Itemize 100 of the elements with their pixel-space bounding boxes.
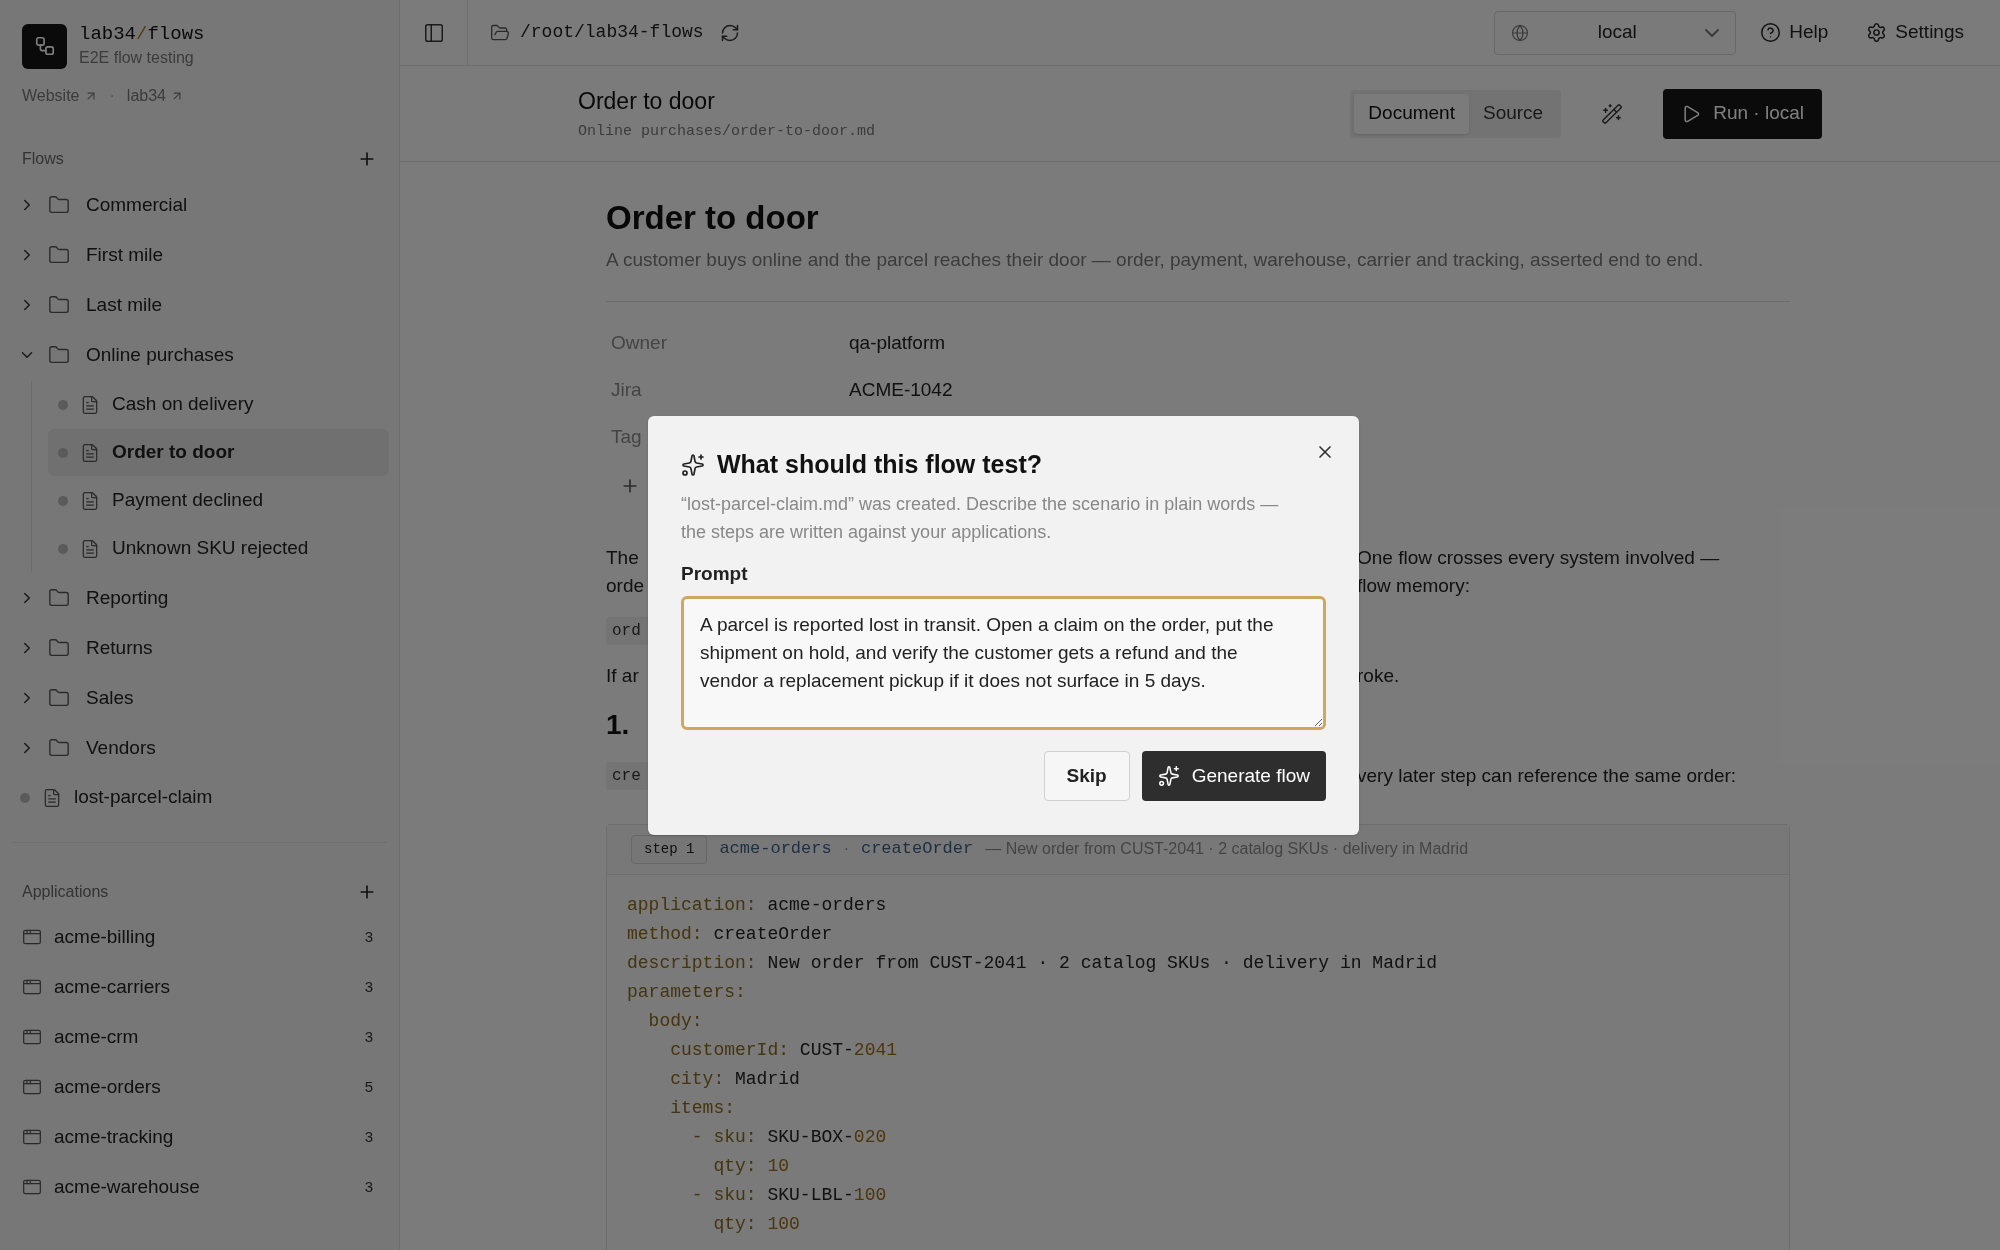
count: 3 [364,926,373,947]
play-icon [1681,103,1702,124]
tree-item[interactable]: Vendors [82,733,160,763]
tree-item[interactable]: First mile [82,240,168,270]
tree-item[interactable]: Payment declined [48,477,389,524]
folder-icon [48,737,70,759]
code-line: city: Madrid [669,1067,800,1091]
application-item[interactable]: acme-billing [54,922,353,952]
code-line: description: New order from CUST-2041 · 2 catalog SKUs · delivery in Madrid [627,951,1438,975]
tree-item[interactable]: Online purchases [82,340,238,370]
count: 3 [364,1126,373,1147]
code-line: qty: 10 [712,1154,790,1178]
tree-item[interactable]: Sales [82,683,138,713]
tree-item[interactable]: Order to door [48,429,389,476]
window-icon [22,977,42,997]
view-tab[interactable]: Source [1468,93,1558,134]
globe-icon [1511,23,1530,42]
step-method[interactable]: createOrder [860,836,974,862]
meta-value: qa-platform [849,330,946,355]
file-icon [80,442,100,463]
count: 5 [364,1076,373,1097]
document-summary: A customer buys online and the parcel reaches their door — order, payment, warehouse, carrier and tracking, asserted end to end. [606,248,1705,272]
file-icon [80,394,100,415]
paragraph-text: very later step can reference the same order: [1357,764,1737,786]
meta-value: ACME-1042 [849,377,953,402]
app-name: lab34/flows [79,22,205,46]
tree-item[interactable]: Unknown SKU rejected [48,525,389,572]
code-line: - sku: SKU-LBL-100 [690,1183,887,1207]
folder-icon [48,194,70,216]
flow-title: Order to door [578,87,716,116]
external-link[interactable]: Website [22,84,98,108]
window-icon [22,1127,42,1147]
skip-button[interactable]: Skip [1043,751,1130,801]
folder-icon [48,294,70,316]
separator-dot: · [843,839,849,859]
separator-dot: · [109,86,115,106]
workspace-path: /root/lab34-flows [520,21,704,44]
file-icon [42,787,62,808]
window-icon [22,1027,42,1047]
code-line: application: acme-orders [627,893,887,917]
folder-icon [48,637,70,659]
step-application[interactable]: acme-orders [719,836,832,862]
sparkles-icon [1157,765,1180,787]
application-item[interactable]: acme-orders [54,1072,353,1102]
application-item[interactable]: acme-carriers [54,972,353,1002]
folder-icon [490,22,510,43]
external-link[interactable]: lab34 [126,84,184,108]
section-title: Applications [22,882,109,902]
file-path: Online purchases/order-to-door.md [578,121,877,142]
application-item[interactable]: acme-warehouse [54,1172,353,1202]
paragraph-text: flow memory: [1357,574,1470,596]
tree-item[interactable]: Returns [82,633,157,663]
tree-item[interactable]: Cash on delivery [48,381,389,428]
section-heading: 1. [606,708,630,740]
run-button[interactable]: Run · local [1663,88,1822,139]
tree-item[interactable]: Reporting [82,583,173,613]
help-button[interactable]: Help [1760,18,1829,47]
settings-icon [1866,22,1888,43]
paragraph-text: One flow crosses every system involved — [1357,546,1720,568]
application-item[interactable]: acme-tracking [54,1122,353,1152]
file-icon [80,490,100,511]
environment-select[interactable]: local [1494,10,1737,55]
prompt-field[interactable]: A parcel is reported lost in transit. Open a claim on the order, put the shipment on hold, and verify the customer gets a refund and the vendor a replacement pickup if it does not surface in 5 days. [681,596,1326,730]
folder-icon [48,244,70,266]
file-icon [80,538,100,559]
chevron-down-icon [1705,28,1720,37]
code-line: customerId: CUST-2041 [669,1038,898,1062]
folder-icon [48,587,70,609]
app-tagline: E2E flow testing [79,48,195,68]
paragraph-text: orde [606,574,645,596]
sidebar-toggle-icon[interactable] [422,21,445,44]
logo [22,23,67,69]
section-title: Flows [22,149,64,169]
code-line: items: [669,1096,736,1120]
document-title: Order to door [606,198,820,238]
step-label: step 1 [631,834,708,864]
paragraph-text: The [606,546,639,568]
code-line: body: [647,1009,703,1033]
window-icon [22,927,42,947]
settings-button[interactable]: Settings [1866,18,1964,47]
help-icon [1760,22,1782,43]
window-icon [22,1177,42,1197]
sparkles-icon [681,452,705,477]
generate-button[interactable]: Generate flow [1141,751,1326,801]
dialog-title: What should this flow test? [717,449,1042,480]
code-line: parameters: [627,980,746,1004]
magic-wand-icon[interactable] [1601,102,1624,125]
dialog-description: “lost-parcel-claim.md” was created. Describe the scenario in plain words — the steps are written against your applications. [681,492,1280,544]
application-item[interactable]: acme-crm [54,1022,353,1052]
refresh-icon[interactable] [719,22,740,43]
field-label: Prompt [681,561,749,586]
code-line: method: createOrder [627,922,833,946]
tree-item[interactable]: Commercial [82,190,192,220]
window-icon [22,1077,42,1097]
tree-item[interactable]: lost-parcel-claim [20,774,391,821]
tree-item[interactable]: Last mile [82,290,167,320]
view-tab[interactable]: Document [1354,93,1469,134]
code-line: - sku: SKU-BOX-020 [690,1125,887,1149]
count: 3 [364,1026,373,1047]
count: 3 [364,976,373,997]
